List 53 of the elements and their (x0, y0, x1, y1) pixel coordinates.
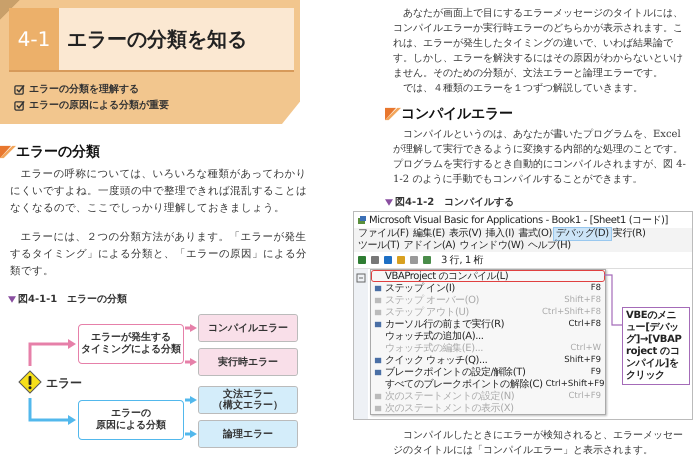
menu-item[interactable]: VBAProject のコンパイル(L) (371, 270, 605, 282)
root-label: エラー (46, 375, 82, 392)
section-heading: エラーの分類 (16, 143, 100, 161)
menu-item[interactable]: アドイン(A) (402, 240, 458, 252)
box-text-line: 文法エラー (223, 389, 273, 400)
menu-item[interactable]: 挿入(I) (484, 228, 516, 240)
body-paragraph: コンパイルしたときにエラーが検知されると、エラーメッセージのタイトルには「コンパイルエラー」と表示されます。 (393, 428, 684, 458)
box-text-line: 実行時エラー (218, 356, 278, 368)
body-paragraph: コンパイルというのは、あなたが書いたプログラムを、Excel が理解して実行できるように変換する内部的な処理のことです。プログラムを実行するとき自動的にコンパイルされますが、図 4-1-2 のように手動でもコンパイルすることができます。 (393, 128, 687, 187)
body-paragraph: エラーの呼称については、いろいろな種類があってわかりにくいですよね。一度頭の中で整理できれば混乱することはなくなるので、ここでしっかり理解しておきましょう。 (10, 167, 308, 216)
goal-text: エラーの原因による分類が重要 (29, 98, 169, 112)
caption-marker-icon (8, 296, 16, 302)
menu-item[interactable]: 表示(V) (446, 228, 484, 240)
section-heading: コンパイルエラー (401, 105, 513, 123)
menu-item[interactable]: ウィンドウ(W) (457, 240, 526, 252)
body-paragraph: では、４種類のエラーを１つずつ解説していきます。 (402, 82, 644, 96)
menu-item[interactable]: 実行(R) (610, 228, 648, 240)
menu-item[interactable]: ウォッチ式の追加(A)... (371, 330, 605, 342)
box-text-line: コンパイルエラー (208, 322, 288, 334)
menu-item[interactable]: 書式(O) (516, 228, 554, 240)
menu-item[interactable]: クイック ウォッチ(Q)... Shift+F9 (371, 354, 605, 366)
box-text-line: 原因による分類 (96, 420, 166, 432)
section-title: エラーの分類を知る (59, 8, 294, 70)
menu-item[interactable]: ツール(T) (356, 240, 402, 252)
tree-icon[interactable] (356, 273, 366, 283)
connector-arrow (28, 339, 76, 366)
box-text-line: 論理エラー (223, 428, 273, 440)
callout-note: VBEのメニュー[デバッグ]→[VBAProject のコンパイル]をクリック (622, 307, 690, 385)
menu-item[interactable]: 編集(E) (410, 228, 447, 240)
menu-item[interactable]: ブレークポイントの設定/解除(T) F9 (371, 366, 605, 378)
section-number: 4-1 (9, 8, 59, 70)
menu-item[interactable]: すべてのブレークポイントの解除(C) Ctrl+Shift+F9 (371, 378, 605, 390)
menu-item[interactable]: カーソル行の前まで実行(R) Ctrl+F8 (371, 318, 605, 330)
figure-caption: 図4-1-2 コンパイルする (395, 196, 514, 209)
box-text-line: エラーの (111, 408, 151, 420)
body-paragraph: エラーには、２つの分類方法があります。「エラーが発生するタイミング」による分類と、「エラーの原因」による分類です。 (10, 230, 308, 279)
body-paragraph: あなたが画面上で目にするエラーメッセージのタイトルには、コンパイルエラーか実行時エラーのどちらかが表示されます。これは、エラーが発生したタイミングの違いで、いわば結果論です。しかし、エラーを解決するにはその原因がわからないといけません。そのための分類が、文法エラーと論理エラーです。 (393, 6, 684, 81)
menu-item[interactable]: ヘルプ(H) (526, 240, 573, 252)
caption-marker-icon (385, 198, 393, 206)
box-text-line: （構文エラー） (213, 400, 283, 411)
menu-item[interactable]: ファイル(F) (356, 228, 411, 240)
cursor-position: 3 行, 1 桁 (441, 254, 484, 267)
warning-icon (18, 370, 42, 394)
box-text-line: エラーが発生する (91, 332, 171, 344)
menu-item[interactable]: デバッグ(D) (554, 228, 611, 240)
window-title: Microsoft Visual Basic for Applications - Book1 - [Sheet1 (コード)] (369, 214, 668, 227)
connector-arrow (185, 396, 197, 404)
goal-text: エラーの分類を理解する (29, 82, 139, 96)
menu-item[interactable]: ステップ イン(I) F8 (371, 282, 605, 294)
box-text-line: タイミングによる分類 (81, 344, 181, 356)
connector-arrow (28, 398, 76, 425)
figure-caption: 図4-1-1 エラーの分類 (18, 292, 128, 306)
app-icon (357, 215, 367, 225)
